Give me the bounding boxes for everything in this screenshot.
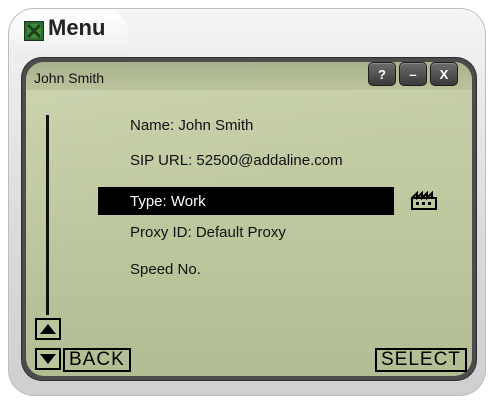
- back-button[interactable]: BACK: [63, 348, 131, 372]
- arrow-up-icon: [37, 320, 59, 338]
- arrow-down-icon: [37, 350, 59, 368]
- close-button[interactable]: X: [430, 62, 458, 86]
- menu-item-speed-no[interactable]: Speed No.: [98, 255, 394, 283]
- scroll-track[interactable]: [46, 115, 49, 315]
- menu-item-label: Name: John Smith: [130, 116, 254, 134]
- minimize-button[interactable]: –: [399, 62, 427, 86]
- select-button[interactable]: SELECT: [375, 348, 467, 372]
- menu-item-sip-url[interactable]: SIP URL: 52500@addaline.com: [98, 146, 394, 174]
- window-title: Menu: [48, 15, 106, 40]
- scroll-down-button[interactable]: [35, 348, 61, 370]
- menu-item-type[interactable]: Type: Work: [98, 187, 394, 215]
- menu-item-label: Speed No.: [130, 260, 201, 278]
- menu-item-label: Type: Work: [130, 192, 206, 210]
- menu-icon: [24, 21, 44, 41]
- contact-name-header: John Smith: [34, 70, 105, 86]
- scroll-up-button[interactable]: [35, 318, 61, 340]
- menu-item-proxy-id[interactable]: Proxy ID: Default Proxy: [98, 218, 394, 246]
- menu-item-name[interactable]: Name: John Smith: [98, 111, 394, 139]
- menu-item-label: SIP URL: 52500@addaline.com: [130, 151, 343, 169]
- menu-item-label: Proxy ID: Default Proxy: [130, 223, 286, 241]
- factory-icon: [410, 189, 438, 211]
- help-button[interactable]: ?: [368, 62, 396, 86]
